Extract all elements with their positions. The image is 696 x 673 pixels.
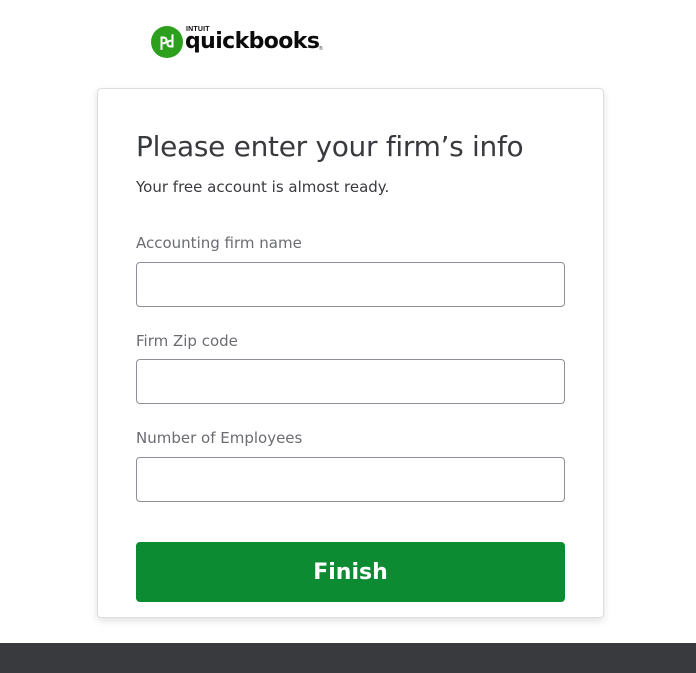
- registered-mark-icon: ®: [319, 46, 323, 52]
- firm-name-field[interactable]: [136, 262, 565, 307]
- zip-code-label: Firm Zip code: [136, 332, 238, 350]
- employees-label: Number of Employees: [136, 429, 303, 447]
- signup-page: INTUIT quickbooks ® Please enter your fi…: [0, 0, 696, 673]
- zip-code-field[interactable]: [136, 359, 565, 404]
- finish-button[interactable]: Finish: [136, 542, 565, 602]
- page-title: Please enter your firm’s info: [136, 130, 524, 163]
- firm-name-label: Accounting firm name: [136, 234, 302, 252]
- page-subtitle: Your free account is almost ready.: [136, 178, 390, 196]
- quickbooks-logo[interactable]: INTUIT quickbooks ®: [151, 24, 323, 60]
- employees-field[interactable]: [136, 457, 565, 502]
- logo-wordmark: INTUIT quickbooks ®: [185, 24, 323, 60]
- quickbooks-logo-icon: [151, 26, 183, 58]
- logo-quickbooks-text: quickbooks: [185, 29, 320, 54]
- footer-bar: [0, 643, 696, 673]
- firm-info-card: Please enter your firm’s info Your free …: [97, 88, 604, 618]
